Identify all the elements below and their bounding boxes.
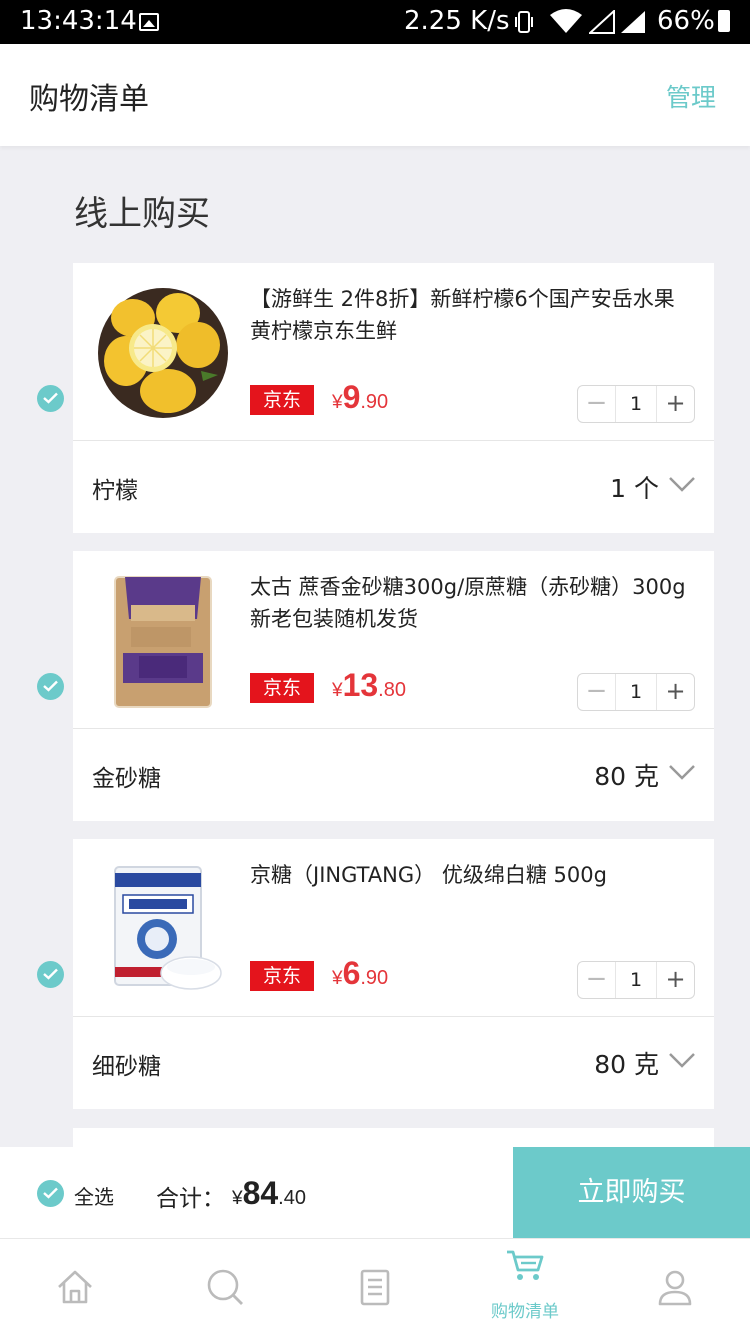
product-price: ¥6.90 — [332, 955, 389, 991]
total-label: 合计： — [156, 1186, 225, 1212]
quantity-stepper: − 1 + — [577, 673, 695, 711]
signal-icon — [621, 11, 645, 33]
product-price: ¥13.80 — [332, 667, 406, 703]
status-bar: 13:43:14 2.25 K/s 66% — [0, 0, 750, 44]
status-time: 13:43:14 — [20, 6, 137, 36]
cart-item-card: 京糖（JINGTANG） 优级绵白糖 500g 京东 ¥6.90 − 1 + 细… — [73, 839, 714, 1109]
quantity-value[interactable]: 1 — [616, 962, 656, 998]
tab-home[interactable] — [0, 1239, 150, 1333]
buy-now-button[interactable]: 立即购买 — [513, 1147, 750, 1238]
wifi-icon — [550, 9, 582, 33]
signal-icon — [589, 10, 615, 34]
quantity-value[interactable]: 1 — [616, 386, 656, 422]
spec-value[interactable]: 80 克 — [594, 1045, 659, 1081]
search-icon — [207, 1269, 243, 1305]
store-badge: 京东 — [250, 673, 314, 703]
item-checkbox[interactable] — [37, 961, 64, 988]
quantity-stepper: − 1 + — [577, 385, 695, 423]
decrease-button[interactable]: − — [578, 386, 616, 422]
checkout-bar: 全选 合计： ¥84.40 立即购买 — [0, 1147, 750, 1238]
vibrate-icon — [515, 11, 533, 33]
check-icon — [43, 1187, 58, 1199]
product-name[interactable]: 【游鲜生 2件8折】新鲜柠檬6个国产安岳水果黄柠檬京东生鲜 — [250, 283, 695, 347]
battery-icon — [718, 10, 730, 32]
check-icon — [43, 392, 58, 404]
tab-label: 购物清单 — [491, 1302, 559, 1322]
item-checkbox[interactable] — [37, 673, 64, 700]
increase-button[interactable]: + — [656, 386, 694, 422]
quantity-stepper: − 1 + — [577, 961, 695, 999]
total-price: ¥84.40 — [232, 1175, 306, 1211]
product-image-white-sugar[interactable] — [93, 859, 233, 999]
spec-label: 细砂糖 — [92, 1054, 161, 1080]
cart-item-card: 太古 蔗香金砂糖300g/原蔗糖（赤砂糖）300g 新老包装随机发货 京东 ¥1… — [73, 551, 714, 821]
header-bar: 购物清单 管理 — [0, 44, 750, 146]
tab-search[interactable] — [150, 1239, 300, 1333]
spec-label: 金砂糖 — [92, 766, 161, 792]
spec-value[interactable]: 1 个 — [610, 469, 659, 505]
tab-bar: 购物清单 — [0, 1238, 750, 1333]
list-icon — [360, 1269, 390, 1306]
cart-icon — [507, 1250, 544, 1280]
divider — [73, 1016, 714, 1017]
profile-icon — [658, 1270, 692, 1306]
increase-button[interactable]: + — [656, 962, 694, 998]
image-notification-icon — [139, 13, 159, 31]
tab-profile[interactable] — [600, 1239, 750, 1333]
product-name[interactable]: 太古 蔗香金砂糖300g/原蔗糖（赤砂糖）300g 新老包装随机发货 — [250, 571, 695, 635]
decrease-button[interactable]: − — [578, 674, 616, 710]
tab-list[interactable] — [300, 1239, 450, 1333]
product-name[interactable]: 京糖（JINGTANG） 优级绵白糖 500g — [250, 859, 695, 891]
page-title: 购物清单 — [29, 82, 149, 117]
increase-button[interactable]: + — [656, 674, 694, 710]
tab-shopping-list[interactable]: 购物清单 — [450, 1239, 600, 1333]
spec-value[interactable]: 80 克 — [594, 757, 659, 793]
product-price: ¥9.90 — [332, 379, 389, 415]
chevron-down-icon[interactable] — [668, 763, 696, 781]
check-icon — [43, 680, 58, 692]
select-all-checkbox[interactable] — [37, 1180, 64, 1207]
manage-button[interactable]: 管理 — [666, 78, 716, 114]
chevron-down-icon[interactable] — [668, 1051, 696, 1069]
store-badge: 京东 — [250, 385, 314, 415]
network-speed: 2.25 K/s — [404, 6, 510, 36]
item-checkbox[interactable] — [37, 385, 64, 412]
quantity-value[interactable]: 1 — [616, 674, 656, 710]
check-icon — [43, 968, 58, 980]
divider — [73, 728, 714, 729]
store-badge: 京东 — [250, 961, 314, 991]
home-icon — [58, 1270, 92, 1304]
chevron-down-icon[interactable] — [668, 475, 696, 493]
section-title: 线上购买 — [74, 194, 210, 234]
spec-label: 柠檬 — [92, 478, 138, 504]
decrease-button[interactable]: − — [578, 962, 616, 998]
product-image-brown-sugar[interactable] — [93, 571, 233, 711]
cart-item-card: 【游鲜生 2件8折】新鲜柠檬6个国产安岳水果黄柠檬京东生鲜 京东 ¥9.90 −… — [73, 263, 714, 533]
battery-percent: 66% — [657, 6, 715, 36]
select-all-label[interactable]: 全选 — [74, 1181, 114, 1210]
divider — [73, 440, 714, 441]
product-image-lemons[interactable] — [93, 283, 233, 423]
